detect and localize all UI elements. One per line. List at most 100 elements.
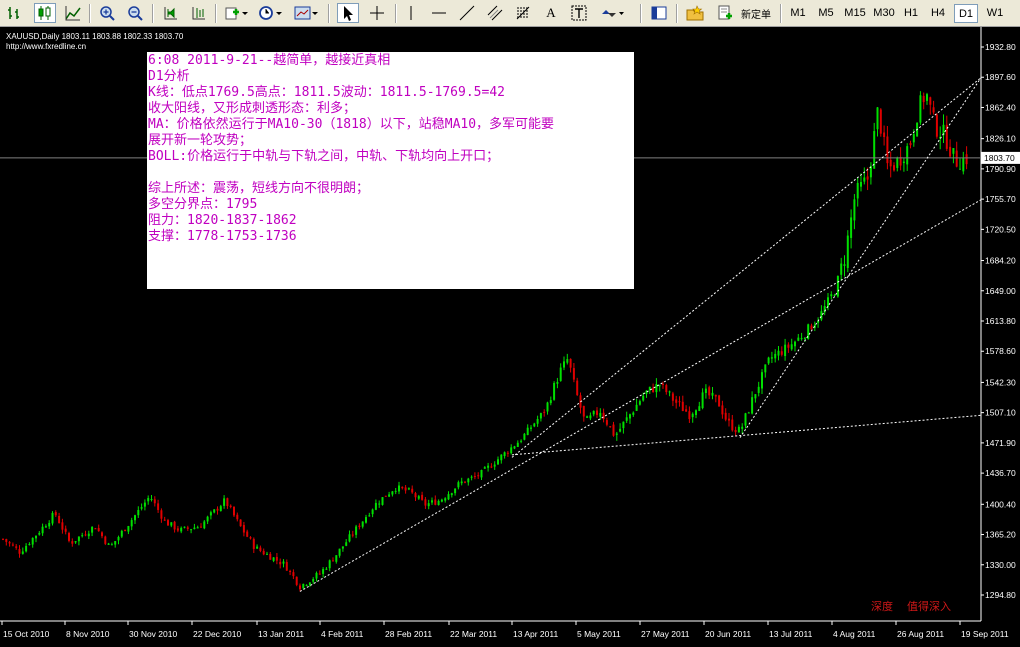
bear-candle — [886, 136, 889, 164]
bear-candle — [160, 510, 163, 519]
bull-candle — [836, 276, 839, 297]
text-icon[interactable]: A — [540, 3, 562, 23]
timeframe-m5[interactable]: M5 — [813, 4, 839, 23]
bear-candle — [506, 452, 509, 454]
bear-candle — [411, 488, 414, 493]
zoom-in-icon[interactable] — [96, 3, 118, 23]
equidistant-channel-icon[interactable] — [484, 3, 506, 23]
date-tick-label: 20 Jun 2011 — [705, 629, 751, 639]
periods-icon[interactable] — [256, 3, 284, 23]
date-tick-label: 13 Jan 2011 — [258, 629, 304, 639]
candlestick-icon[interactable] — [34, 3, 56, 23]
fibonacci-icon[interactable] — [512, 3, 534, 23]
timeframe-h4[interactable]: H4 — [926, 4, 950, 23]
bull-candle — [196, 527, 199, 529]
line-chart-icon[interactable] — [62, 3, 84, 23]
bull-candle — [764, 364, 767, 373]
vertical-line-icon[interactable] — [400, 3, 422, 23]
bull-candle — [450, 493, 453, 496]
zoom-out-icon[interactable] — [124, 3, 146, 23]
date-tick-label: 13 Apr 2011 — [513, 629, 558, 639]
date-tick-label: 28 Feb 2011 — [385, 629, 432, 639]
crosshair-icon[interactable] — [366, 3, 388, 23]
bull-candle — [516, 442, 519, 447]
note-line: 支撑：1778-1753-1736 — [148, 229, 297, 244]
timeframe-m15[interactable]: M15 — [841, 4, 869, 23]
navigator-icon[interactable] — [648, 3, 670, 23]
bull-candle — [523, 433, 526, 440]
templates-icon[interactable] — [292, 3, 320, 23]
bear-candle — [101, 532, 103, 537]
bar-chart-icon[interactable] — [4, 3, 26, 23]
watermark-right: 值得深入 — [907, 600, 951, 613]
bear-candle — [477, 475, 480, 477]
trendline-icon[interactable] — [456, 3, 478, 23]
bull-candle — [74, 541, 77, 543]
bull-candle — [348, 534, 351, 542]
bull-candle — [668, 391, 671, 393]
bull-candle — [130, 520, 133, 527]
bear-candle — [279, 561, 282, 565]
auto-scroll-icon[interactable] — [160, 3, 182, 23]
bull-candle — [830, 294, 833, 297]
main-toolbar: A 新定单 M1 M5 M15 M30 H1 H4 D1 W1 — [0, 0, 1020, 27]
bull-candle — [962, 157, 965, 172]
bull-candle — [378, 503, 381, 505]
chart-shift-icon[interactable] — [188, 3, 210, 23]
bear-candle — [332, 560, 334, 562]
horizontal-line-icon[interactable] — [428, 3, 450, 23]
price-tick-label: 1613.80 — [985, 316, 1016, 326]
bear-candle — [64, 528, 67, 532]
arrows-icon[interactable] — [598, 3, 626, 23]
bull-candle — [510, 447, 513, 454]
bull-candle — [863, 177, 866, 182]
bear-candle — [358, 525, 361, 528]
timeframe-m1[interactable]: M1 — [785, 4, 811, 23]
new-order-label[interactable]: 新定单 — [737, 3, 775, 23]
bear-candle — [652, 387, 655, 393]
bull-candle — [856, 183, 859, 199]
bear-candle — [299, 585, 301, 590]
bear-candle — [434, 499, 437, 505]
favorites-icon[interactable] — [684, 3, 706, 23]
bull-candle — [81, 535, 84, 537]
bull-candle — [632, 412, 635, 415]
watermark-left: 深度 — [871, 600, 893, 613]
bear-candle — [295, 576, 298, 585]
timeframe-d1[interactable]: D1 — [954, 4, 978, 23]
bear-candle — [97, 528, 100, 532]
note-line — [148, 165, 633, 181]
timeframe-m30[interactable]: M30 — [870, 4, 898, 23]
text-label-icon[interactable] — [568, 3, 590, 23]
bull-candle — [305, 584, 308, 586]
date-tick-label: 4 Aug 2011 — [833, 629, 876, 639]
bull-candle — [487, 465, 490, 468]
bull-candle — [150, 499, 153, 501]
bull-candle — [460, 481, 463, 484]
bull-candle — [117, 536, 120, 541]
bull-candle — [28, 544, 31, 546]
bull-candle — [902, 161, 905, 164]
price-chart[interactable]: 1932.80 1897.60 1862.40 1826.10 1790.90 1755.… — [0, 27, 1020, 647]
bear-candle — [424, 499, 427, 506]
bull-candle — [190, 529, 193, 531]
indicators-icon[interactable] — [222, 3, 250, 23]
bear-candle — [173, 521, 176, 530]
bear-candle — [5, 539, 8, 542]
bull-candle — [625, 417, 628, 421]
timeframe-h1[interactable]: H1 — [899, 4, 923, 23]
bull-candle — [833, 294, 836, 296]
new-order-icon[interactable] — [714, 3, 736, 23]
bull-candle — [38, 532, 41, 535]
date-tick-label: 27 May 2011 — [641, 629, 690, 639]
bear-candle — [728, 418, 730, 421]
timeframe-w1[interactable]: W1 — [982, 4, 1008, 23]
cursor-icon[interactable] — [337, 3, 359, 23]
date-tick-label: 13 Jul 2011 — [769, 629, 813, 639]
bull-candle — [355, 526, 358, 535]
bear-candle — [2, 538, 4, 540]
bear-candle — [665, 385, 668, 393]
bull-candle — [952, 148, 955, 154]
bear-candle — [404, 487, 407, 491]
bull-candle — [444, 498, 447, 501]
